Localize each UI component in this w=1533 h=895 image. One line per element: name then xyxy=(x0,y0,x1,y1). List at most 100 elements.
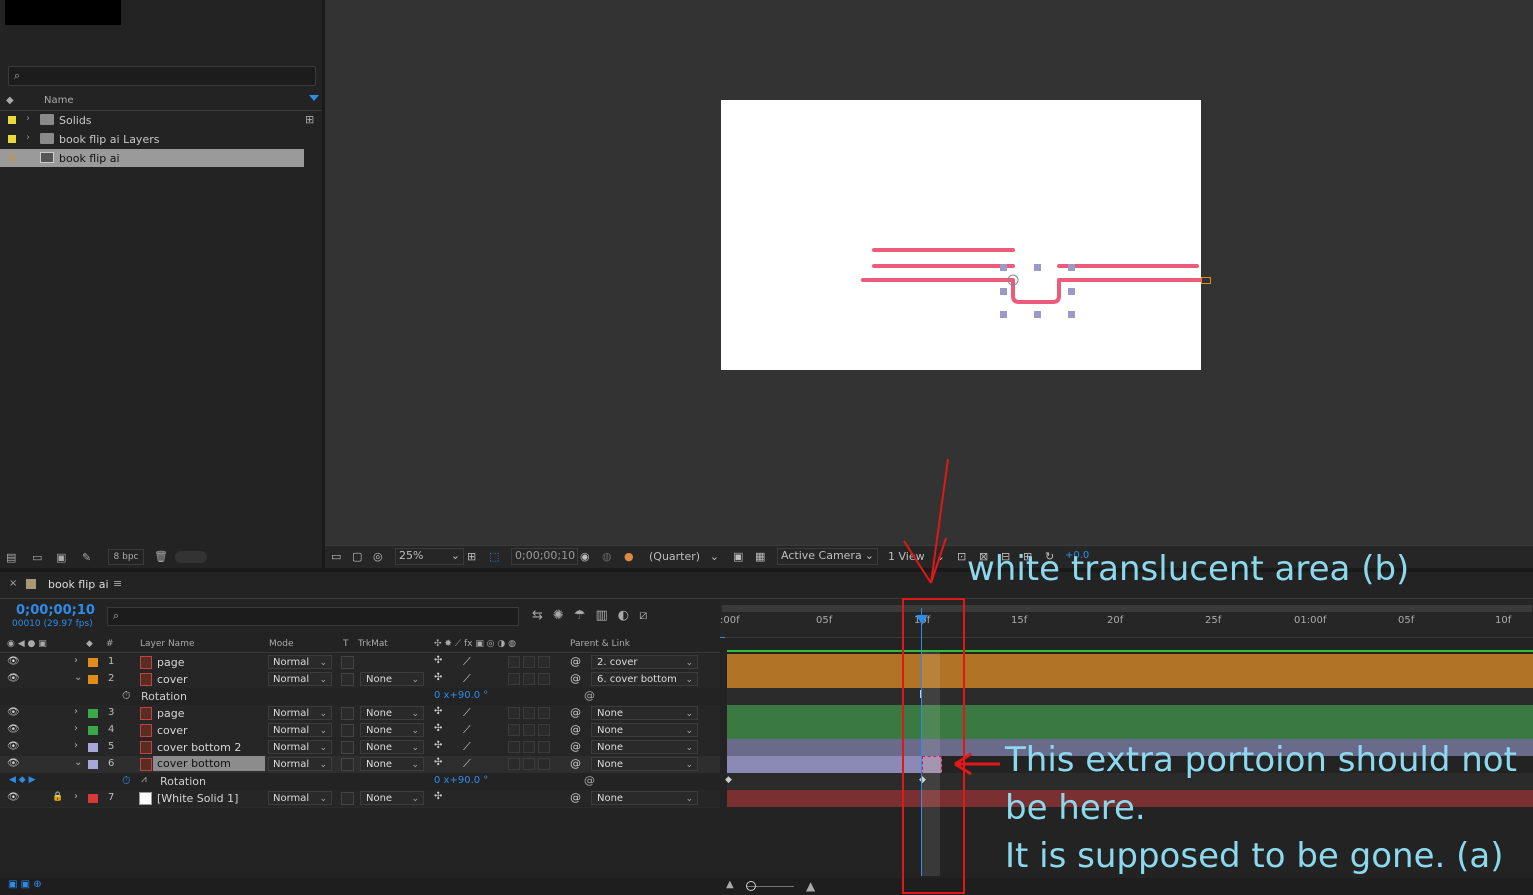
motion-blur-switch[interactable] xyxy=(538,707,550,719)
preserve-transparency-checkbox[interactable] xyxy=(341,724,354,737)
twirl-chevron-icon[interactable]: › xyxy=(74,740,78,751)
chevron-right-icon[interactable]: › xyxy=(26,132,30,143)
layer-switches-toggle-icon[interactable]: ▣ ▣ ⊕ xyxy=(8,879,42,890)
twirl-chevron-icon[interactable]: › xyxy=(74,706,78,717)
expression-pick-whip-icon[interactable]: @ xyxy=(584,689,595,702)
show-snapshot-icon[interactable]: ◍ xyxy=(602,550,612,563)
interpret-footage-icon[interactable]: ▤ xyxy=(6,551,16,564)
new-composition-icon[interactable]: ▣ xyxy=(56,551,66,564)
pick-whip-icon[interactable]: @ xyxy=(570,672,581,685)
parent-dropdown[interactable]: None ⌄ xyxy=(591,757,698,771)
visibility-eye-icon[interactable]: 👁 xyxy=(7,656,20,667)
shy-switch-icon[interactable]: ✣ xyxy=(434,740,442,751)
name-column-header[interactable]: Name xyxy=(44,95,74,106)
track-matte-dropdown[interactable]: None ⌄ xyxy=(360,723,424,737)
frame-blend-switch[interactable] xyxy=(523,724,535,736)
layer-row-4[interactable]: 👁 › 4 cover Normal ⌄ None ⌄ ✣ ⟋ @ None ⌄ xyxy=(0,722,720,740)
pick-whip-icon[interactable]: @ xyxy=(570,740,581,753)
keyframe-icon[interactable]: ◆ xyxy=(725,775,732,785)
layer-label-color[interactable] xyxy=(88,709,98,718)
preserve-transparency-checkbox[interactable] xyxy=(341,792,354,805)
twirl-chevron-icon[interactable]: › xyxy=(74,655,78,666)
layer-name[interactable]: cover bottom xyxy=(153,756,265,771)
shy-icon[interactable]: ☂ xyxy=(574,608,596,623)
frame-blend-switch[interactable] xyxy=(523,741,535,753)
parent-dropdown[interactable]: None ⌄ xyxy=(591,723,698,737)
property-row-rotation[interactable]: ◀ ◆ ▶ ⏱ ⩘ Rotation 0 x+90.0 ° @ xyxy=(0,773,720,791)
quality-switch-icon[interactable]: ⟋ xyxy=(463,740,471,754)
time-navigator[interactable] xyxy=(722,605,1532,612)
blend-mode-dropdown[interactable]: Normal ⌄ xyxy=(268,740,332,754)
new-folder-icon[interactable]: ▭ xyxy=(32,551,42,564)
layer-bar-4[interactable] xyxy=(727,722,1533,739)
quality-switch-icon[interactable]: ⟋ xyxy=(463,672,471,686)
current-time[interactable]: 0;00;00;10 xyxy=(16,603,95,618)
transparency-grid-icon[interactable]: ▦ xyxy=(755,550,765,563)
effect-switch[interactable] xyxy=(508,741,520,753)
quality-switch-icon[interactable]: ⟋ xyxy=(463,723,471,737)
zoom-out-icon[interactable]: ▲ xyxy=(726,879,734,890)
keyframe-navigator[interactable]: ◀ ◆ ▶ xyxy=(9,775,36,785)
motion-blur-switch[interactable] xyxy=(538,724,550,736)
blend-mode-dropdown[interactable]: Normal ⌄ xyxy=(268,706,332,720)
property-row-rotation[interactable]: ⏱ Rotation 0 x+90.0 ° @ xyxy=(0,688,720,706)
resolution-dropdown[interactable]: (Quarter) ⌄ xyxy=(647,550,721,563)
track-matte-dropdown[interactable]: None ⌄ xyxy=(360,740,424,754)
effect-switch[interactable] xyxy=(508,656,520,668)
layer-row-7[interactable]: 👁 🔒 › 7 [White Solid 1] Normal ⌄ None ⌄ ✣ … xyxy=(0,790,720,808)
layer-name[interactable]: cover xyxy=(157,673,188,686)
adjust-icon[interactable]: ✎ xyxy=(82,551,91,564)
label-color[interactable] xyxy=(8,116,16,124)
layer-row-3[interactable]: 👁 › 3 page Normal ⌄ None ⌄ ✣ ⟋ @ None ⌄ xyxy=(0,705,720,723)
parent-dropdown[interactable]: None ⌄ xyxy=(591,740,698,754)
layer-name-header[interactable]: Layer Name xyxy=(140,639,195,649)
quality-switch-icon[interactable]: ⟋ xyxy=(463,706,471,720)
channel-icon[interactable]: ● xyxy=(624,550,634,563)
time-ruler[interactable]: :00f 05f 10f 15f 20f 25f 01:00f 05f 10f xyxy=(720,600,1533,638)
rotation-value[interactable]: 0 x+90.0 ° xyxy=(434,690,488,701)
blend-mode-dropdown[interactable]: Normal ⌄ xyxy=(268,655,332,669)
visibility-eye-icon[interactable]: 👁 xyxy=(7,792,20,803)
zoom-slider-handle[interactable] xyxy=(746,881,756,891)
quality-switch-icon[interactable]: ⟋ xyxy=(463,655,471,669)
motion-blur-switch[interactable] xyxy=(538,656,550,668)
comp-mini-flowchart-icon[interactable]: ⇆ xyxy=(532,608,553,623)
mask-icon[interactable]: ◎ xyxy=(373,550,383,563)
parent-dropdown[interactable]: 2. cover ⌄ xyxy=(591,655,698,669)
layer-name[interactable]: cover xyxy=(157,724,188,737)
flowchart-icon[interactable]: ⊞ xyxy=(305,113,314,126)
preserve-transparency-checkbox[interactable] xyxy=(341,656,354,669)
effect-switch[interactable] xyxy=(508,724,520,736)
layer-name[interactable]: [White Solid 1] xyxy=(157,792,238,805)
layer-name[interactable]: page xyxy=(157,656,184,669)
visibility-eye-icon[interactable]: 👁 xyxy=(7,741,20,752)
work-area-bar[interactable] xyxy=(727,650,1533,652)
motion-blur-switch[interactable] xyxy=(538,758,550,770)
layer-name[interactable]: cover bottom 2 xyxy=(157,741,241,754)
layer-label-color[interactable] xyxy=(88,794,98,803)
graph-editor-icon[interactable]: ⧄ xyxy=(639,608,657,623)
pick-whip-icon[interactable]: @ xyxy=(570,723,581,736)
visibility-eye-icon[interactable]: 👁 xyxy=(7,707,20,718)
frame-blend-switch[interactable] xyxy=(523,758,535,770)
stopwatch-icon[interactable]: ⏱ xyxy=(122,774,131,788)
effect-switch[interactable] xyxy=(508,707,520,719)
safe-zones-icon[interactable]: ⊞ xyxy=(467,550,476,563)
layer-label-color[interactable] xyxy=(88,760,98,769)
frame-blend-switch[interactable] xyxy=(523,656,535,668)
layer-label-color[interactable] xyxy=(88,675,98,684)
layer-bar-2[interactable] xyxy=(727,671,1533,688)
layer-label-color[interactable] xyxy=(88,743,98,752)
project-item-composition[interactable]: book flip ai xyxy=(0,149,304,167)
pick-whip-icon[interactable]: @ xyxy=(570,791,581,804)
visibility-eye-icon[interactable]: 👁 xyxy=(7,724,20,735)
shy-switch-icon[interactable]: ✣ xyxy=(434,757,442,768)
zoom-dropdown[interactable]: 25% ⌄ xyxy=(395,548,464,565)
thumbnail-toggle[interactable] xyxy=(175,551,207,563)
layer-label-color[interactable] xyxy=(88,658,98,667)
motion-blur-icon[interactable]: ◐ xyxy=(618,608,639,623)
motion-blur-switch[interactable] xyxy=(538,741,550,753)
blend-mode-dropdown[interactable]: Normal ⌄ xyxy=(268,723,332,737)
monitor-icon[interactable]: ▢ xyxy=(352,550,362,563)
preserve-transparency-checkbox[interactable] xyxy=(341,741,354,754)
